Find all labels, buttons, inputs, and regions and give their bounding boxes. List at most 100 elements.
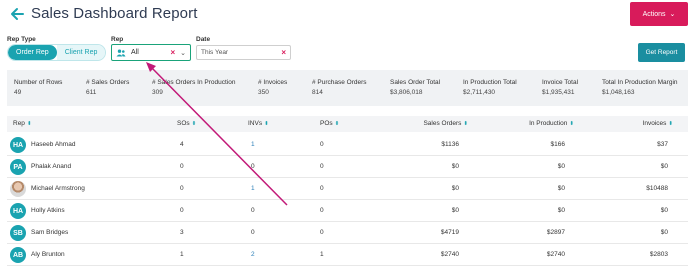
actions-button[interactable]: Actions ⌄	[630, 2, 688, 26]
close-icon[interactable]: ×	[170, 48, 175, 57]
summary-item: Sales Order Total $3,806,018	[390, 79, 440, 96]
summary-value: $1,048,163	[602, 89, 635, 96]
pos-value: 0	[320, 141, 324, 148]
avatar: PA	[10, 159, 26, 175]
summary-value: $2,711,430	[463, 89, 496, 96]
column-label: INVs	[248, 120, 263, 127]
avatar: HA	[10, 137, 26, 153]
summary-item: # Purchase Orders 814	[312, 79, 367, 96]
get-report-button[interactable]: Get Report	[638, 43, 685, 62]
avatar: AB	[10, 247, 26, 263]
rep-type-order-rep[interactable]: Order Rep	[8, 45, 57, 60]
summary-label: Number of Rows	[14, 79, 63, 86]
invs-link[interactable]: 2	[251, 251, 255, 258]
sort-icon[interactable]: ⬍	[668, 121, 673, 127]
invoices-value: $0	[660, 207, 668, 214]
rep-name: Haseeb Ahmad	[31, 141, 76, 148]
table-row[interactable]: SB Sam Bridges 3 0 0 $4719 $2897 $0	[7, 222, 688, 244]
column-label: POs	[320, 120, 333, 127]
summary-label: # Sales Orders In Production	[152, 79, 236, 86]
rep-type-toggle: Order Rep Client Rep	[7, 44, 107, 61]
summary-item: In Production Total $2,711,430	[463, 79, 517, 96]
rep-label: Rep	[111, 36, 124, 43]
in-production-value: $0	[557, 207, 565, 214]
column-header-in-production[interactable]: In Production ⬍	[529, 120, 574, 127]
sales-orders-value: $0	[451, 185, 459, 192]
sales-orders-value: $2740	[440, 251, 459, 258]
invs-value: 0	[251, 229, 255, 236]
invs-value: 0	[251, 163, 255, 170]
date-input[interactable]: This Year ×	[196, 45, 291, 60]
sort-icon[interactable]: ⬍	[264, 121, 269, 127]
sort-icon[interactable]: ⬍	[335, 121, 340, 127]
summary-value: 814	[312, 89, 323, 96]
summary-label: # Purchase Orders	[312, 79, 367, 86]
table-row[interactable]: Michael Armstrong 0 1 0 $0 $0 $10488	[7, 178, 688, 200]
table-row[interactable]: HA Haseeb Ahmad 4 1 0 $1136 $166 $37	[7, 134, 688, 156]
sos-value: 4	[180, 141, 184, 148]
table-header: Rep ⬍ SOs ⬍ INVs ⬍ POs ⬍ Sales Orders ⬍ In Pr…	[7, 116, 688, 132]
invoices-value: $0	[660, 229, 668, 236]
sales-orders-value: $0	[451, 163, 459, 170]
summary-label: Invoice Total	[542, 79, 579, 86]
rep-name: Holly Atkins	[31, 207, 65, 214]
avatar-photo	[10, 181, 26, 197]
summary-label: Sales Order Total	[390, 79, 441, 86]
summary-bar: Number of Rows 49 # Sales Orders 611 # S…	[7, 70, 688, 106]
column-header-sos[interactable]: SOs ⬍	[177, 120, 196, 127]
sos-value: 0	[180, 207, 184, 214]
column-label: Rep	[13, 120, 25, 127]
pos-value: 0	[320, 229, 324, 236]
invs-link[interactable]: 1	[251, 141, 255, 148]
summary-item: # Invoices 350	[258, 79, 287, 96]
summary-item: # Sales Orders In Production 309	[152, 79, 235, 96]
summary-value: 611	[86, 89, 97, 96]
in-production-value: $0	[557, 163, 565, 170]
invs-link[interactable]: 1	[251, 185, 255, 192]
column-header-pos[interactable]: POs ⬍	[320, 120, 339, 127]
column-header-sales-orders[interactable]: Sales Orders ⬍	[423, 120, 468, 127]
date-input-value: This Year	[201, 49, 229, 56]
page-title: Sales Dashboard Report	[31, 5, 198, 22]
sos-value: 3	[180, 229, 184, 236]
column-label: Sales Orders	[423, 120, 462, 127]
column-label: Invoices	[642, 120, 667, 127]
invoices-value: $10488	[646, 185, 668, 192]
table-row[interactable]: PA Phalak Anand 0 0 0 $0 $0 $0	[7, 156, 688, 178]
close-icon[interactable]: ×	[281, 48, 286, 57]
invoices-value: $0	[660, 163, 668, 170]
pos-value: 0	[320, 185, 324, 192]
actions-label: Actions	[642, 10, 666, 18]
back-arrow-icon[interactable]	[9, 6, 25, 22]
table-row[interactable]: AB Aly Brunton 1 2 1 $2740 $2740 $2803	[7, 244, 688, 266]
column-header-invoices[interactable]: Invoices ⬍	[643, 120, 673, 127]
summary-value: $1,935,431	[542, 89, 575, 96]
people-icon	[116, 49, 126, 56]
sort-icon[interactable]: ⬍	[569, 121, 574, 127]
invs-value: 0	[251, 207, 255, 214]
pos-value: 0	[320, 163, 324, 170]
sos-value: 1	[180, 251, 184, 258]
avatar: HA	[10, 203, 26, 219]
summary-item: Number of Rows 49	[14, 79, 62, 96]
column-header-invs[interactable]: INVs ⬍	[248, 120, 269, 127]
rep-type-label: Rep Type	[7, 36, 36, 43]
sort-icon[interactable]: ⬍	[463, 121, 468, 127]
summary-label: # Invoices	[258, 79, 288, 86]
column-header-rep[interactable]: Rep ⬍	[13, 120, 32, 127]
summary-label: # Sales Orders	[86, 79, 130, 86]
summary-item: Total In Production Margin $1,048,163	[602, 79, 678, 96]
rep-name: Sam Bridges	[31, 229, 69, 236]
chevron-down-icon: ⌄	[669, 10, 676, 18]
sort-icon[interactable]: ⬍	[27, 121, 32, 127]
summary-value: $3,806,018	[390, 89, 423, 96]
rep-select[interactable]: All × ⌄	[111, 44, 191, 61]
chevron-down-icon[interactable]: ⌄	[180, 49, 186, 57]
sort-icon[interactable]: ⬍	[192, 121, 197, 127]
date-label: Date	[196, 36, 211, 43]
rep-type-client-rep[interactable]: Client Rep	[56, 45, 106, 60]
in-production-value: $0	[557, 185, 565, 192]
in-production-value: $2740	[546, 251, 565, 258]
table-row[interactable]: HA Holly Atkins 0 0 0 $0 $0 $0	[7, 200, 688, 222]
column-label: In Production	[529, 120, 568, 127]
